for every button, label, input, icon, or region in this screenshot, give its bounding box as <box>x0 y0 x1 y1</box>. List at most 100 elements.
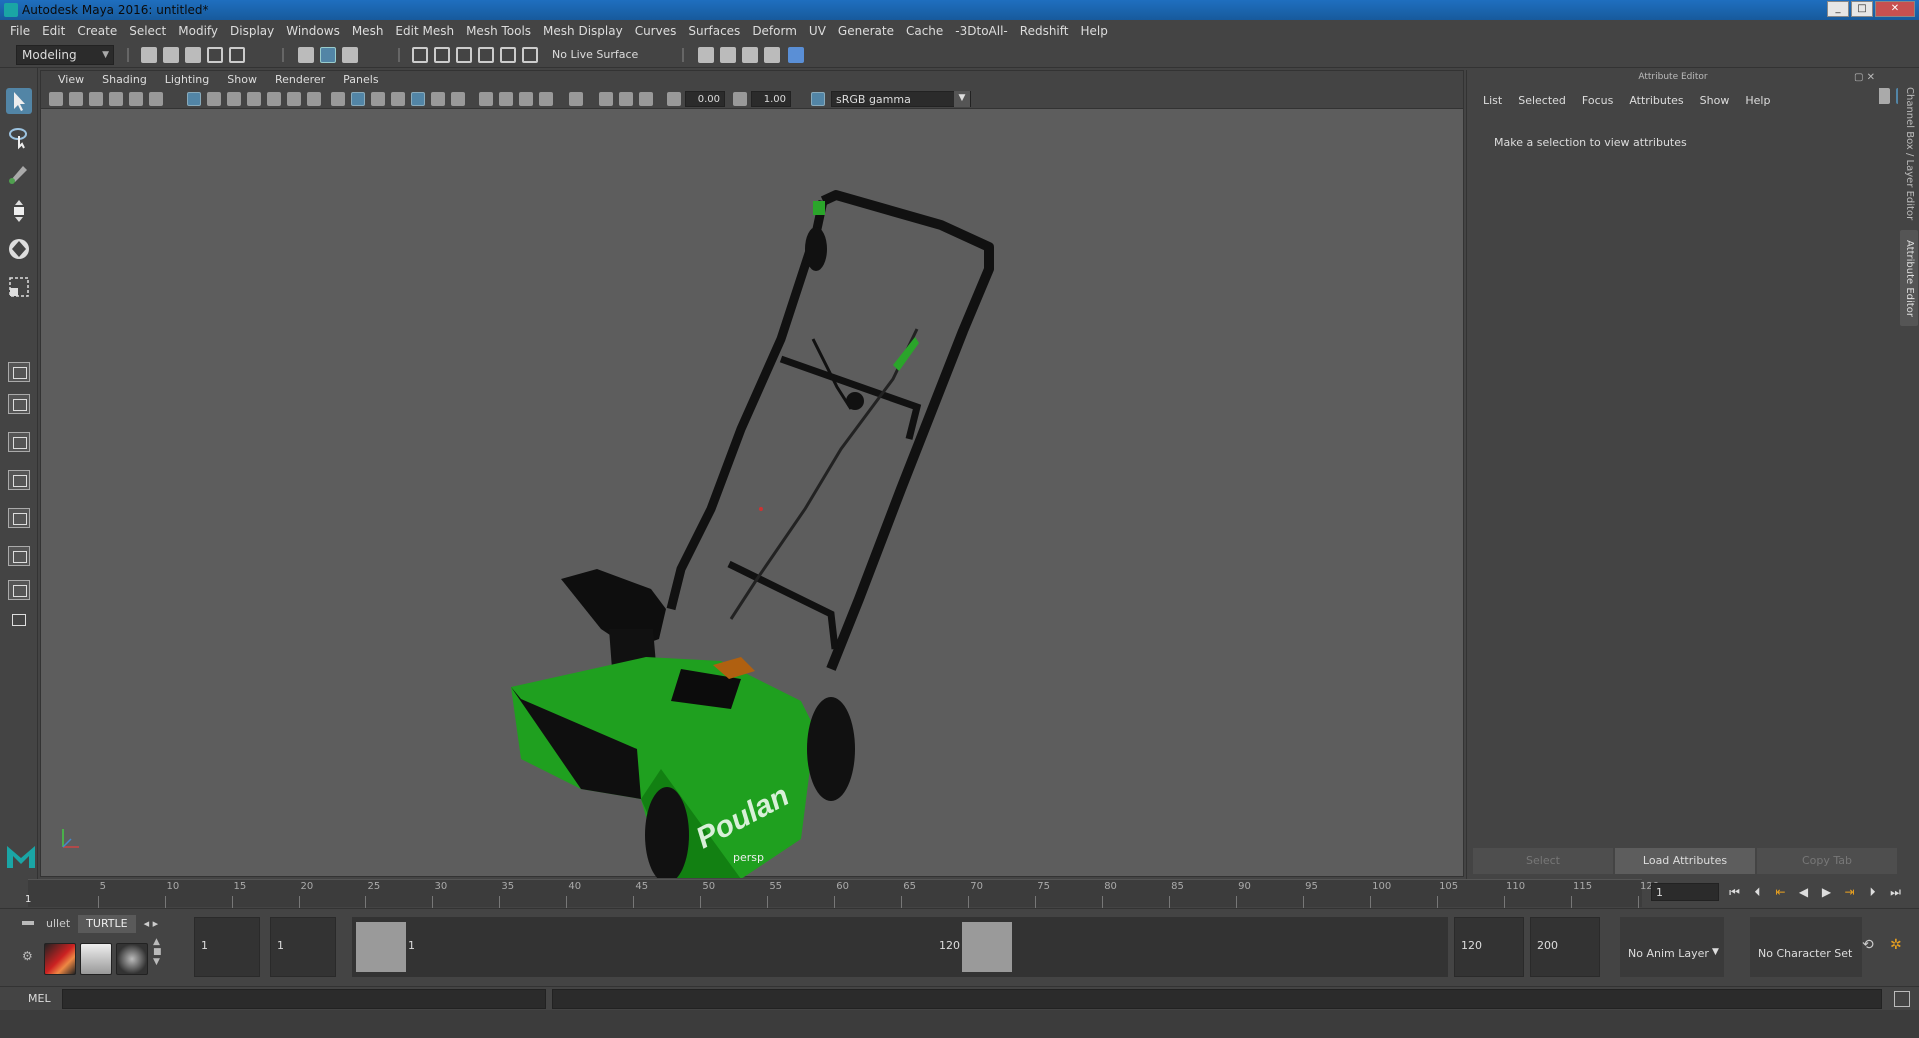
camera-attributes-icon[interactable] <box>69 92 83 106</box>
snap-grid-icon[interactable] <box>412 47 428 63</box>
color-management-icon[interactable] <box>811 92 825 106</box>
shelf-tab-scroll-icon[interactable]: ◂ ▸ <box>135 915 167 933</box>
undo-icon[interactable] <box>207 47 223 63</box>
snap-view-icon[interactable] <box>478 47 494 63</box>
shelf-tab-bullet[interactable]: ullet <box>38 915 79 933</box>
outliner-layout-icon[interactable] <box>8 580 30 600</box>
xray-components-icon[interactable] <box>639 92 653 106</box>
render-view-icon[interactable] <box>764 47 780 63</box>
shelf-tab-turtle[interactable]: TURTLE <box>78 915 136 933</box>
turtle-bake-icon[interactable] <box>80 943 112 975</box>
play-forward-icon[interactable]: ▶ <box>1818 884 1835 900</box>
gate-mask-icon[interactable] <box>247 92 261 106</box>
select-hierarchy-icon[interactable] <box>298 47 314 63</box>
snap-curve-icon[interactable] <box>434 47 450 63</box>
shelf-settings-icon[interactable]: ⚙ <box>22 949 33 963</box>
end-frame-field[interactable]: 200 <box>1530 917 1600 977</box>
start-frame-field[interactable]: 1 <box>194 917 260 977</box>
menu-mesh[interactable]: Mesh <box>346 20 390 42</box>
maximize-button[interactable]: □ <box>1851 1 1873 17</box>
menu-curves[interactable]: Curves <box>629 20 683 42</box>
menu-deform[interactable]: Deform <box>746 20 803 42</box>
menu-uv[interactable]: UV <box>803 20 832 42</box>
viewport-panel[interactable]: View Shading Lighting Show Renderer Pane… <box>40 70 1465 878</box>
panel-float-close-icons[interactable]: ▢ ✕ <box>1854 72 1875 83</box>
select-tool-icon[interactable] <box>6 88 32 114</box>
character-set-dropdown[interactable]: No Character Set <box>1750 917 1862 977</box>
snap-surface-icon[interactable] <box>500 47 516 63</box>
safe-action-icon[interactable] <box>287 92 301 106</box>
step-back-icon[interactable]: ⏴ <box>1749 884 1766 900</box>
film-gate-icon[interactable] <box>207 92 221 106</box>
shadows-icon[interactable] <box>451 92 465 106</box>
textured-icon[interactable] <box>411 92 425 106</box>
snow-thrower-model[interactable]: Poulan <box>41 109 1465 878</box>
viewport-menu-show[interactable]: Show <box>218 71 266 89</box>
menu-select[interactable]: Select <box>123 20 172 42</box>
next-key-icon[interactable]: ⇥ <box>1841 884 1858 900</box>
select-object-icon[interactable] <box>320 47 336 63</box>
isolate-select-icon[interactable] <box>569 92 583 106</box>
more-layouts-icon[interactable] <box>8 610 30 630</box>
single-perspective-layout-icon[interactable] <box>8 362 30 382</box>
open-scene-icon[interactable] <box>163 47 179 63</box>
command-language-toggle[interactable]: MEL <box>28 992 51 1005</box>
rotate-tool-icon[interactable] <box>6 236 32 262</box>
menu-cache[interactable]: Cache <box>900 20 949 42</box>
menu-generate[interactable]: Generate <box>832 20 900 42</box>
menu-create[interactable]: Create <box>71 20 123 42</box>
persp-outliner-layout-icon[interactable] <box>8 432 30 452</box>
save-scene-icon[interactable] <box>185 47 201 63</box>
menu-mesh-tools[interactable]: Mesh Tools <box>460 20 537 42</box>
go-to-start-icon[interactable]: ⏮ <box>1726 884 1743 900</box>
menu-edit[interactable]: Edit <box>36 20 71 42</box>
attr-menu-help[interactable]: Help <box>1737 94 1778 107</box>
wireframe-on-shaded-icon[interactable] <box>391 92 405 106</box>
playback-start-field[interactable]: 1 <box>270 917 336 977</box>
close-button[interactable]: ✕ <box>1875 1 1915 17</box>
time-slider[interactable]: 1 5 10 15 20 25 30 35 40 45 50 55 60 65 70 75 80 85 90 95 1… <box>25 879 1659 908</box>
ambient-occlusion-icon[interactable] <box>479 92 493 106</box>
viewport-menu-view[interactable]: View <box>49 71 93 89</box>
menu-3dtoall[interactable]: -3DtoAll- <box>949 20 1013 42</box>
go-to-end-icon[interactable]: ⏭ <box>1887 884 1904 900</box>
bookmark-icon[interactable] <box>89 92 103 106</box>
safe-title-icon[interactable] <box>307 92 321 106</box>
xray-joints-icon[interactable] <box>619 92 633 106</box>
viewport-menu-shading[interactable]: Shading <box>93 71 156 89</box>
gamma-field[interactable]: 1.00 <box>751 91 791 107</box>
grease-pencil-icon[interactable] <box>149 92 163 106</box>
color-space-dropdown[interactable]: sRGB gamma ▼ <box>831 91 971 107</box>
script-editor-icon[interactable] <box>1894 991 1910 1007</box>
copy-tab-button[interactable]: Copy Tab <box>1757 848 1897 874</box>
menu-help[interactable]: Help <box>1074 20 1113 42</box>
paint-select-icon[interactable] <box>6 160 32 186</box>
hypershade-icon[interactable] <box>788 47 804 63</box>
viewport-menu-lighting[interactable]: Lighting <box>156 71 218 89</box>
viewport-menu-renderer[interactable]: Renderer <box>266 71 334 89</box>
2d-pan-zoom-icon[interactable] <box>129 92 143 106</box>
persp-graph-layout-icon[interactable] <box>8 470 30 490</box>
lasso-tool-icon[interactable] <box>6 124 32 150</box>
minimize-button[interactable]: _ <box>1827 1 1849 17</box>
range-end-handle[interactable] <box>962 922 1012 972</box>
grid-icon[interactable] <box>187 92 201 106</box>
range-start-handle[interactable] <box>356 922 406 972</box>
step-forward-icon[interactable]: ⏵ <box>1864 884 1881 900</box>
use-all-lights-icon[interactable] <box>431 92 445 106</box>
snap-point-icon[interactable] <box>456 47 472 63</box>
menu-mesh-display[interactable]: Mesh Display <box>537 20 629 42</box>
anti-aliasing-icon[interactable] <box>519 92 533 106</box>
anim-layer-dropdown[interactable]: No Anim Layer ▼ <box>1620 917 1724 977</box>
viewport-menu-panels[interactable]: Panels <box>334 71 387 89</box>
uv-editor-layout-icon[interactable] <box>8 546 30 566</box>
default-material-icon[interactable] <box>371 92 385 106</box>
mode-selector[interactable]: Modeling ▼ <box>16 45 114 65</box>
four-view-layout-icon[interactable] <box>8 394 30 414</box>
turtle-sphere-icon[interactable] <box>116 943 148 975</box>
exposure-field[interactable]: 0.00 <box>685 91 725 107</box>
play-backward-icon[interactable]: ◀ <box>1795 884 1812 900</box>
attr-menu-show[interactable]: Show <box>1692 94 1738 107</box>
smooth-shade-icon[interactable] <box>351 92 365 106</box>
hypershade-layout-icon[interactable] <box>8 508 30 528</box>
